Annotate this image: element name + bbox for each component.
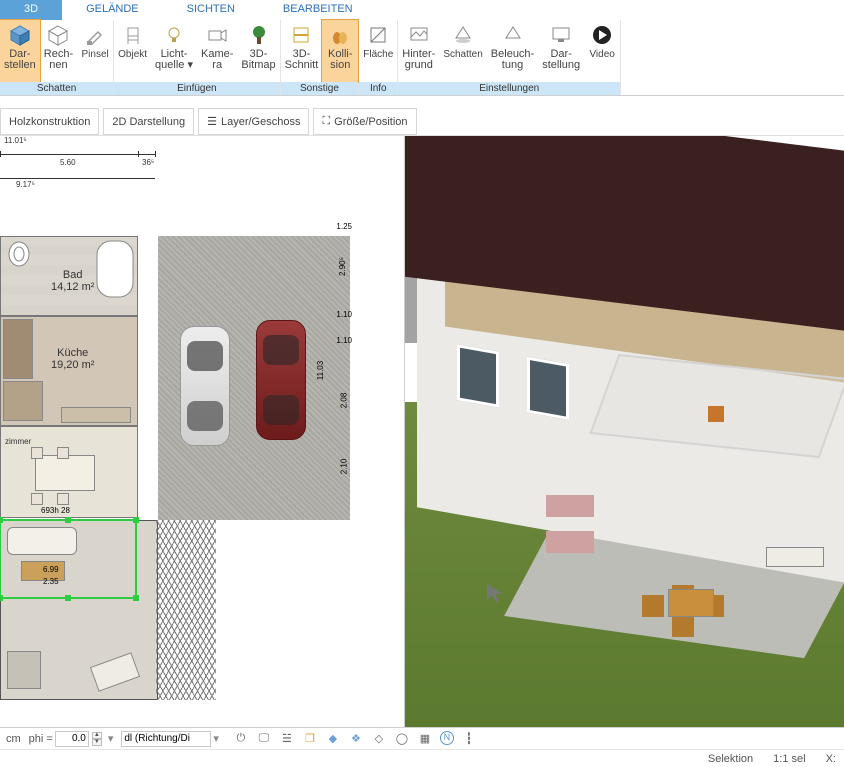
ribbon: Dar- stellen Rech- nen Pinsel Schatten O… [0, 20, 844, 96]
collision-icon [328, 23, 352, 47]
dimensions-top: 11.01⁵ 5.60 36⁵ 9.17⁵ [0, 136, 404, 196]
btn-schatten[interactable]: Schatten [439, 20, 486, 82]
car-red-icon [256, 320, 306, 440]
hatch-area [156, 520, 216, 700]
cursor-icon [485, 582, 507, 607]
btn-hintergrund[interactable]: Hinter- grund [398, 20, 439, 82]
btn-pinsel[interactable]: Pinsel [77, 20, 113, 82]
btn-objekt[interactable]: Objekt [114, 20, 151, 82]
resize-icon: ⛶ [322, 115, 330, 128]
group-label-einfuegen: Einfügen [114, 82, 280, 95]
floorplan-lower: 6.99 2.35 [0, 520, 158, 700]
btn-groesse-position[interactable]: ⛶Größe/Position [313, 108, 416, 135]
shadow-icon [451, 23, 475, 47]
diamond-outline-icon[interactable]: ◇ [371, 731, 387, 747]
menu-tabs: 3D GELÄNDE SICHTEN BEARBEITEN [0, 0, 844, 20]
phi-spinner[interactable]: ▲▼ [92, 732, 102, 746]
monitor-icon [549, 23, 573, 47]
tab-sichten[interactable]: SICHTEN [163, 0, 259, 20]
bathtub-icon [95, 239, 135, 299]
stack-icon[interactable]: ❐ [302, 731, 318, 747]
group-einstellungen: Hinter- grund Schatten Beleuch- tung Dar… [398, 20, 621, 95]
parking-area: 1.25 2.90⁵ 1.10 1.10 2.08 2.10 11.03 [158, 236, 350, 520]
table-icon [668, 589, 714, 617]
btn-kollision[interactable]: Kolli- sion [322, 20, 358, 82]
circle-icon[interactable]: ◯ [394, 731, 410, 747]
diamonds-icon[interactable]: ❖ [348, 731, 364, 747]
power-icon[interactable]: ⏻ [233, 731, 249, 747]
area-icon [366, 23, 390, 47]
brush-icon [83, 23, 107, 47]
tab-bearbeiten[interactable]: BEARBEITEN [259, 0, 377, 20]
3d-view[interactable] [405, 136, 844, 727]
cube-icon [8, 23, 32, 47]
slice-icon [289, 23, 313, 47]
car-silver-icon [180, 326, 230, 446]
group-sonstige: 3D- Schnitt Kolli- sion Sonstige [281, 20, 360, 95]
btn-darstellung[interactable]: Dar- stellung [538, 20, 584, 82]
btn-holzkonstruktion[interactable]: Holzkonstruktion [0, 108, 99, 135]
layers-icon: ☰ [207, 115, 217, 128]
window-icon [527, 357, 569, 420]
tree-icon [247, 23, 271, 47]
unit-label: cm [6, 733, 21, 745]
coord-x-label: X: [826, 753, 836, 765]
btn-3d-schnitt[interactable]: 3D- Schnitt [281, 20, 323, 82]
chair-icon [121, 23, 145, 47]
sofa-icon [546, 495, 594, 517]
group-label-sonstige: Sonstige [281, 82, 359, 95]
btn-video[interactable]: Video [584, 20, 620, 82]
btn-2d-darstellung[interactable]: 2D Darstellung [103, 108, 194, 135]
chair-icon [642, 595, 664, 617]
floorplan-view[interactable]: 11.01⁵ 5.60 36⁵ 9.17⁵ Bad14,12 m² Küche1… [0, 136, 405, 727]
btn-3d-bitmap[interactable]: 3D- Bitmap [237, 20, 279, 82]
btn-rechnen[interactable]: Rech- nen [40, 20, 77, 82]
group-einfuegen: Objekt Licht- quelle ▾ Kame- ra 3D- Bitm… [114, 20, 281, 95]
group-label-einstellungen: Einstellungen [398, 82, 620, 95]
btn-kamera[interactable]: Kame- ra [197, 20, 237, 82]
scale-label: 1:1 sel [773, 753, 805, 765]
bench-icon [708, 406, 724, 422]
tab-3d[interactable]: 3D [0, 0, 62, 20]
tab-gelaende[interactable]: GELÄNDE [62, 0, 163, 20]
background-icon [407, 23, 431, 47]
bulb-icon [162, 23, 186, 47]
lounge-icon [766, 547, 824, 567]
diamond-icon[interactable]: ◆ [325, 731, 341, 747]
status-bar: cm phi = ▲▼ ▾ ▾ ⏻ 🖵 ☱ ❐ ◆ ❖ ◇ ◯ ▦ N ┇ [0, 727, 844, 749]
north-icon[interactable]: N [440, 731, 454, 745]
btn-darstellen[interactable]: Dar- stellen [0, 20, 40, 82]
toilet-icon [5, 239, 41, 269]
secondary-toolbar: Holzkonstruktion 2D Darstellung ☰Layer/G… [0, 108, 844, 136]
grid-icon[interactable]: ▦ [417, 731, 433, 747]
workspace: 11.01⁵ 5.60 36⁵ 9.17⁵ Bad14,12 m² Küche1… [0, 136, 844, 727]
group-label-info: Info [359, 82, 397, 95]
layers-icon[interactable]: ☱ [279, 731, 295, 747]
dl-input[interactable] [121, 731, 211, 747]
selektion-label: Selektion [708, 753, 753, 765]
group-label-schatten: Schatten [0, 82, 113, 95]
phi-input[interactable] [55, 731, 89, 747]
btn-lichtquelle[interactable]: Licht- quelle ▾ [151, 20, 197, 82]
btn-beleuchtung[interactable]: Beleuch- tung [487, 20, 538, 82]
btn-layer-geschoss[interactable]: ☰Layer/Geschoss [198, 108, 309, 135]
window-icon [457, 344, 499, 407]
dropdown-icon[interactable]: ▾ [213, 732, 219, 745]
info-icon[interactable]: ┇ [461, 731, 477, 747]
camera-icon [205, 23, 229, 47]
monitor-icon[interactable]: 🖵 [256, 731, 272, 747]
status-bar-2: Selektion 1:1 sel X: [0, 749, 844, 767]
group-schatten: Dar- stellen Rech- nen Pinsel Schatten [0, 20, 114, 95]
btn-flaeche[interactable]: Fläche [359, 20, 397, 82]
statusbar-tools: ⏻ 🖵 ☱ ❐ ◆ ❖ ◇ ◯ ▦ N ┇ [233, 731, 477, 747]
selection-box[interactable] [0, 519, 137, 599]
light-icon [501, 23, 525, 47]
cube-outline-icon [46, 23, 70, 47]
dropdown-icon[interactable]: ▾ [108, 732, 114, 745]
sofa-icon [546, 531, 594, 553]
phi-label: phi = [29, 733, 53, 745]
play-icon [590, 23, 614, 47]
chair-icon [672, 615, 694, 637]
group-info: Fläche Info [359, 20, 398, 95]
